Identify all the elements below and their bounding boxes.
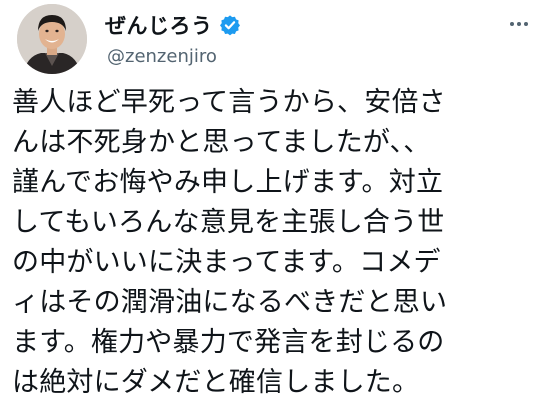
verified-badge-icon bbox=[219, 14, 241, 36]
display-name[interactable]: ぜんじろう bbox=[105, 10, 213, 40]
display-name-row: ぜんじろう bbox=[105, 10, 241, 40]
tweet-text-line: んは不死身かと思ってましたが、、 bbox=[12, 127, 431, 158]
more-horizontal-icon bbox=[510, 22, 514, 26]
avatar[interactable] bbox=[17, 4, 87, 74]
tweet-text-line: 善人ほど早死って言うから、安倍さ bbox=[12, 87, 446, 118]
tweet-card: ぜんじろう @zenzenjiro 善人ほど早死って言うから、安倍さ んは不死身… bbox=[0, 0, 539, 401]
tweet-text-line: は絶対にダメだと確信しました。 bbox=[12, 367, 420, 398]
more-dot bbox=[517, 22, 521, 26]
more-options-button[interactable] bbox=[505, 14, 533, 34]
tweet-text-line: 謹んでお悔やみ申し上げます。対立 bbox=[12, 167, 444, 198]
tweet-text-line: ィはその潤滑油になるべきだと思い bbox=[12, 287, 448, 318]
person-portrait-icon bbox=[17, 4, 87, 74]
tweet-text-line: の中がいいに決まってます。コメデ bbox=[12, 247, 441, 278]
tweet-text-line: ます。権力や暴力で発言を封じるの bbox=[12, 327, 445, 358]
tweet-text-line: してもいろんな意見を主張し合う世 bbox=[12, 207, 445, 238]
tweet-text: 善人ほど早死って言うから、安倍さ んは不死身かと思ってましたが、、 謹んでお悔や… bbox=[12, 83, 532, 403]
more-dot bbox=[524, 22, 528, 26]
user-handle[interactable]: @zenzenjiro bbox=[107, 46, 217, 67]
